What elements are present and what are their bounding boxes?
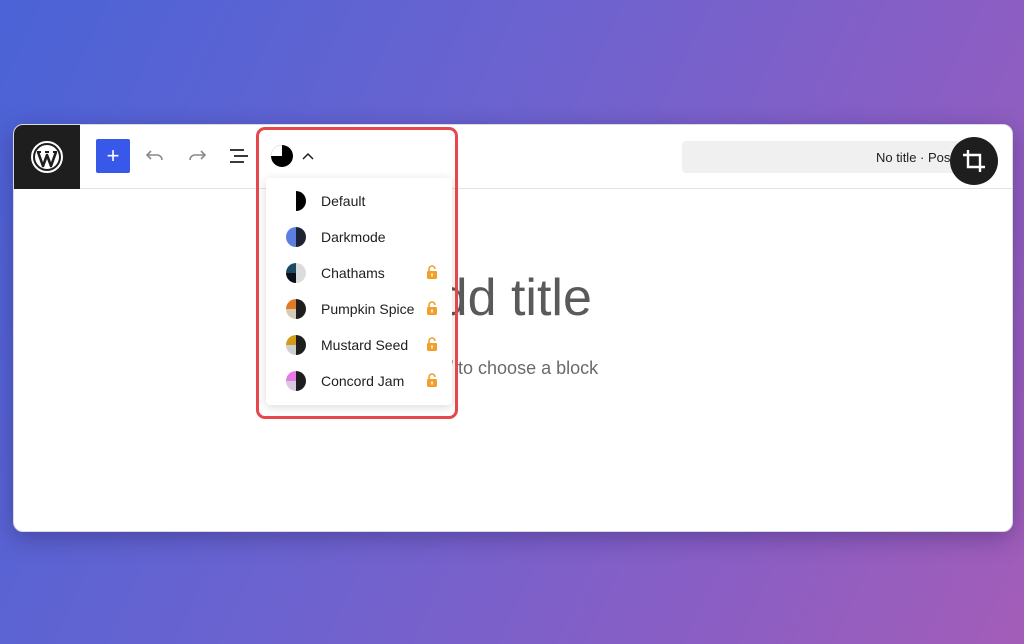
editor-window: + No title · Post Add title Type / to ch… (13, 124, 1013, 532)
undo-icon (145, 150, 163, 161)
redo-icon (189, 150, 207, 161)
add-block-button[interactable]: + (96, 139, 130, 173)
document-overview-button[interactable] (222, 139, 256, 173)
crop-icon (963, 150, 985, 172)
undo-button[interactable] (138, 139, 172, 173)
crop-button[interactable] (950, 137, 998, 185)
document-title: No title · Post (875, 149, 954, 165)
document-bar[interactable]: No title · Post (682, 141, 982, 173)
list-view-icon (230, 149, 248, 163)
editor-canvas[interactable]: Add title Type / to choose a block (14, 190, 1012, 531)
editor-toolbar: + No title · Post (14, 125, 1012, 189)
redo-button[interactable] (180, 139, 214, 173)
wordpress-logo-icon[interactable] (14, 125, 80, 189)
plus-icon: + (106, 143, 120, 168)
highlight-outline (256, 127, 458, 419)
